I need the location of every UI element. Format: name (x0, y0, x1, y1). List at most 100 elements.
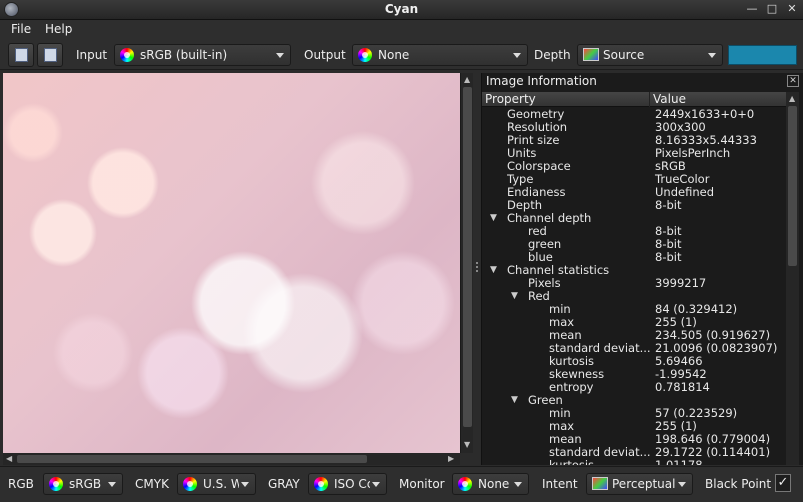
title-bar: Cyan — □ ✕ (0, 0, 803, 20)
image-view[interactable] (3, 73, 460, 453)
color-wheel-icon (183, 477, 197, 491)
tree-row-property: Resolution (507, 121, 568, 134)
panel-vertical-scrollbar[interactable]: ▲ (786, 92, 799, 465)
column-property[interactable]: Property (485, 92, 536, 106)
tree-row[interactable]: blue 8-bit (482, 251, 786, 264)
tree-row-property: Endianess (507, 186, 566, 199)
tree-row[interactable]: green 8-bit (482, 238, 786, 251)
menu-file[interactable]: File (11, 22, 31, 36)
tree-row[interactable]: entropy 0.781814 (482, 381, 786, 394)
scroll-up-icon[interactable]: ▲ (464, 75, 470, 84)
expand-arrow-icon[interactable]: ▼ (511, 290, 518, 303)
scroll-thumb[interactable] (463, 87, 472, 427)
tree-row-property: kurtosis (549, 459, 650, 465)
intent-label: Intent (542, 477, 578, 491)
tree-row[interactable]: Geometry 2449x1633+0+0 (482, 108, 786, 121)
scroll-right-icon[interactable]: ▶ (448, 454, 454, 463)
chevron-down-icon (514, 482, 522, 487)
tree-row[interactable]: skewness -1.99542 (482, 368, 786, 381)
tree-row[interactable]: min 57 (0.223529) (482, 407, 786, 420)
monitor-profile-select[interactable]: None (452, 473, 529, 495)
window-title: Cyan (384, 2, 419, 16)
tree-row[interactable]: min 84 (0.329412) (482, 303, 786, 316)
color-swatch[interactable] (728, 45, 797, 65)
menu-help[interactable]: Help (45, 22, 72, 36)
save-image-button[interactable] (37, 43, 63, 67)
expand-arrow-icon[interactable]: ▼ (511, 394, 518, 407)
tree-row-property: standard deviat... (549, 446, 650, 459)
scroll-left-icon[interactable]: ◀ (6, 454, 12, 463)
property-tree[interactable]: Geometry 2449x1633+0+0 Resolution 300x300 Pr… (482, 108, 786, 465)
output-profile-select[interactable]: None (352, 44, 528, 66)
tree-row[interactable]: kurtosis 1.01178 (482, 459, 786, 466)
tree-row-property: Red (528, 290, 550, 303)
maximize-icon[interactable]: □ (765, 1, 779, 17)
black-point-checkbox[interactable]: ✓ (775, 474, 791, 492)
cmyk-profile-select[interactable]: U.S. W (177, 473, 256, 495)
tree-row[interactable]: Print size 8.16333x5.44333 (482, 134, 786, 147)
close-icon[interactable]: ✕ (785, 1, 799, 17)
output-label: Output (304, 48, 346, 62)
tree-row-property: Type (507, 173, 534, 186)
scroll-thumb[interactable] (17, 455, 367, 463)
scroll-thumb[interactable] (788, 106, 797, 266)
image-horizontal-scrollbar[interactable]: ◀ ▶ (3, 453, 460, 465)
tree-row[interactable]: ▼ Channel statistics (482, 264, 786, 277)
tree-row[interactable]: Colorspace sRGB (482, 160, 786, 173)
column-value[interactable]: Value (653, 92, 686, 106)
tree-row[interactable]: Pixels 3999217 (482, 277, 786, 290)
close-icon[interactable]: ✕ (787, 75, 799, 87)
depth-select[interactable]: Source (577, 44, 723, 66)
intent-select[interactable]: Perceptual (586, 473, 693, 495)
cmyk-label: CMYK (135, 477, 169, 491)
gray-profile-select[interactable]: ISO Cc (308, 473, 387, 495)
tree-row-property: Channel statistics (507, 264, 610, 277)
tree-row[interactable]: red 8-bit (482, 225, 786, 238)
tree-row-property: green (528, 238, 562, 251)
tree-row[interactable]: kurtosis 5.69466 (482, 355, 786, 368)
chevron-down-icon (513, 53, 521, 58)
color-wheel-icon (120, 48, 134, 62)
tree-row[interactable]: ▼ Green (482, 394, 786, 407)
save-icon (44, 48, 57, 62)
open-image-button[interactable] (8, 43, 34, 67)
tree-row-property: Geometry (507, 108, 565, 121)
tree-row-property: skewness (549, 368, 605, 381)
tree-row-property: blue (528, 251, 553, 264)
chevron-down-icon (276, 53, 284, 58)
tree-row[interactable]: Units PixelsPerInch (482, 147, 786, 160)
image-vertical-scrollbar[interactable]: ▲ ▼ (460, 73, 473, 453)
tree-row[interactable]: Depth 8-bit (482, 199, 786, 212)
expand-arrow-icon[interactable]: ▼ (490, 212, 497, 225)
tree-header: Property Value (482, 92, 786, 107)
monitor-icon (592, 477, 608, 490)
tree-row-property: red (528, 225, 547, 238)
input-profile-select[interactable]: sRGB (built-in) (114, 44, 291, 66)
input-label: Input (76, 48, 108, 62)
tree-row-value: 3999217 (655, 276, 707, 290)
chevron-down-icon (241, 482, 249, 487)
black-point-label: Black Point (705, 477, 772, 491)
panel-splitter[interactable] (475, 260, 479, 280)
tree-row[interactable]: standard deviat... 29.1722 (0.114401) (482, 446, 786, 459)
tree-row[interactable]: ▼ Red (482, 290, 786, 303)
tree-row-value: 8-bit (655, 198, 682, 212)
expand-arrow-icon[interactable]: ▼ (490, 264, 497, 277)
tree-row-property: Depth (507, 199, 543, 212)
tree-row-property: mean (549, 433, 582, 446)
tree-row[interactable]: ▼ Channel depth (482, 212, 786, 225)
tree-row-property: kurtosis (549, 355, 595, 368)
tree-row-property: min (549, 407, 571, 420)
gray-label: GRAY (268, 477, 300, 491)
tree-row-property: max (549, 316, 575, 329)
file-icon (15, 48, 28, 62)
minimize-icon[interactable]: — (745, 1, 759, 17)
scroll-down-icon[interactable]: ▼ (464, 440, 470, 449)
rgb-profile-select[interactable]: sRGB (43, 473, 123, 495)
tree-row[interactable]: Endianess Undefined (482, 186, 786, 199)
tree-row-value: 8-bit (655, 250, 682, 264)
tree-row[interactable]: Type TrueColor (482, 173, 786, 186)
scroll-up-icon[interactable]: ▲ (789, 94, 795, 103)
tree-row[interactable]: standard deviat... 21.0096 (0.0823907) (482, 342, 786, 355)
image-information-panel: Image Information ✕ Property Value Geome… (481, 73, 803, 465)
